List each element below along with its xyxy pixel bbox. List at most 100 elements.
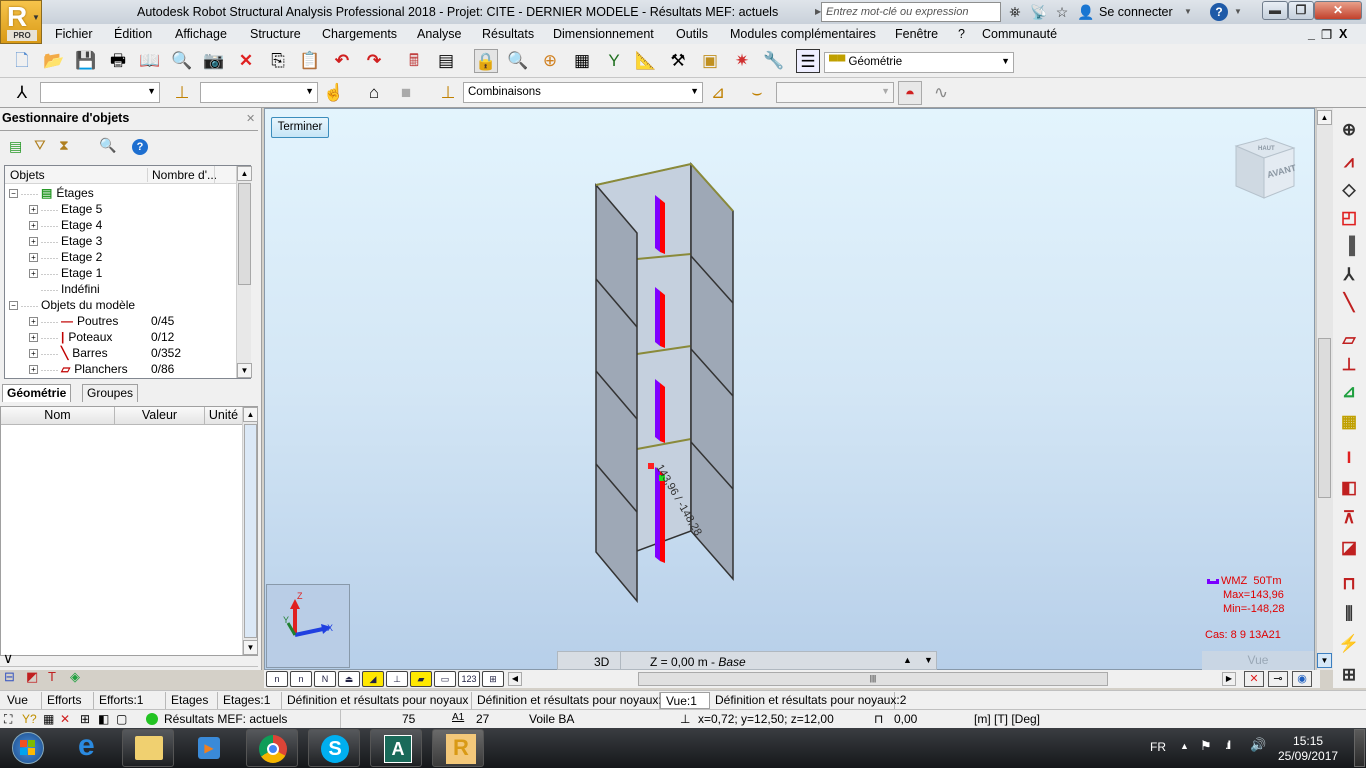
- application-menu-button[interactable]: R ▼ PRO: [0, 0, 42, 44]
- menu-analyse[interactable]: Analyse: [417, 27, 461, 41]
- menu-structure[interactable]: Structure: [250, 27, 301, 41]
- expand-icon[interactable]: +: [29, 237, 38, 247]
- node-selection-icon[interactable]: ⅄: [10, 81, 34, 105]
- measure-icon[interactable]: 📐: [634, 49, 658, 73]
- display-view-icon[interactable]: ◉: [1292, 671, 1312, 687]
- menu-dimensionnement[interactable]: Dimensionnement: [553, 27, 654, 41]
- redo-icon[interactable]: ↷: [362, 49, 386, 73]
- scroll-up-icon[interactable]: ▲: [1317, 110, 1332, 125]
- window-tab[interactable]: Etages:1: [218, 692, 282, 709]
- clear-filter-icon[interactable]: ⧗: [59, 137, 69, 154]
- search-icon[interactable]: 🔍: [99, 137, 116, 154]
- show-hidden-icons[interactable]: ▲: [1180, 741, 1189, 751]
- tree-item[interactable]: + ······ Etage 2: [9, 250, 102, 266]
- view-mode[interactable]: 3D: [594, 655, 609, 669]
- deformation-icon[interactable]: ∿: [929, 81, 953, 105]
- action-center-flag-icon[interactable]: ⚑: [1200, 738, 1212, 754]
- volume-icon[interactable]: 🔊: [1250, 737, 1266, 753]
- taskbar-autocad[interactable]: A: [370, 729, 422, 767]
- scroll-down-icon[interactable]: ▼: [1317, 653, 1332, 668]
- paste-icon[interactable]: 📋: [298, 49, 322, 73]
- expand-icon[interactable]: +: [29, 349, 38, 359]
- tab-geometrie[interactable]: Géométrie: [2, 384, 72, 402]
- sign-in-dropdown-icon[interactable]: ▼: [1184, 7, 1192, 16]
- section-tool-icon[interactable]: T: [48, 669, 56, 684]
- hide-diagrams-icon[interactable]: ✕: [1244, 671, 1264, 687]
- materials-icon[interactable]: ◧: [1337, 476, 1361, 500]
- section-icon[interactable]: I: [1337, 446, 1361, 470]
- expand-icon[interactable]: +: [29, 365, 38, 375]
- polygon-icon[interactable]: ◇: [1337, 178, 1361, 202]
- column-nom[interactable]: Nom: [1, 407, 115, 425]
- show-desktop-button[interactable]: [1354, 729, 1365, 767]
- object-tree[interactable]: Objets Nombre d'... − ······ ▤ Étages + ··…: [4, 165, 252, 379]
- taskbar-chrome[interactable]: [246, 729, 298, 767]
- finish-button[interactable]: Terminer: [271, 117, 329, 138]
- tree-item[interactable]: + ······ Etage 4: [9, 218, 102, 234]
- doc-close-icon[interactable]: X: [1339, 27, 1347, 41]
- menu-help[interactable]: ?: [958, 27, 965, 41]
- bar-selection-icon[interactable]: ⊥: [170, 81, 194, 105]
- delete-icon[interactable]: ✕: [234, 49, 258, 73]
- star-icon[interactable]: ☆: [1053, 3, 1071, 21]
- save-icon[interactable]: 💾: [74, 49, 98, 73]
- column-icon[interactable]: ▐: [1337, 234, 1361, 258]
- hide-releases-icon[interactable]: ✕: [60, 712, 70, 726]
- column-objects[interactable]: Objets: [10, 168, 45, 182]
- tree-item[interactable]: + ······ ▱ Planchers: [9, 362, 128, 378]
- stories-icon[interactable]: ▤: [9, 138, 22, 155]
- sign-in-button[interactable]: Se connecter: [1099, 5, 1173, 19]
- edit-tools-icon[interactable]: ⚒: [666, 49, 690, 73]
- mode-selection-icon[interactable]: ⌣: [745, 81, 769, 105]
- zoom-window-icon[interactable]: 🔍: [506, 49, 530, 73]
- lock-icon[interactable]: 🔒: [474, 49, 498, 73]
- close-button[interactable]: ✕: [1314, 1, 1362, 20]
- scroll-down-icon[interactable]: ▼: [243, 640, 258, 655]
- local-axes-icon[interactable]: ⊥: [386, 671, 408, 687]
- window-tab[interactable]: Vue:1: [660, 692, 710, 709]
- column-valeur[interactable]: Valeur: [115, 407, 205, 425]
- object-browser-icon[interactable]: ⊟: [4, 669, 15, 685]
- search-input[interactable]: Entrez mot-clé ou expression: [821, 2, 1001, 22]
- help-dropdown-icon[interactable]: ▼: [1234, 7, 1242, 16]
- display-section-icon[interactable]: ⊸: [1268, 671, 1288, 687]
- node-support-icon[interactable]: ◰: [1337, 206, 1361, 230]
- plate-icon[interactable]: ▱: [1337, 328, 1361, 352]
- expand-icon[interactable]: +: [29, 269, 38, 279]
- load-definition-icon[interactable]: ⚡: [1337, 632, 1361, 656]
- print-composer-icon[interactable]: 📖: [138, 49, 162, 73]
- calculator-icon[interactable]: 🖩: [402, 49, 426, 73]
- tree-item[interactable]: + ······ Etage 5: [9, 202, 102, 218]
- level-up-icon[interactable]: ▲: [903, 655, 912, 665]
- 3d-viewport[interactable]: 143,96 / -148,28 HAUT AVANT Z X Y: [264, 108, 1315, 670]
- doc-minimize-icon[interactable]: _: [1308, 27, 1315, 41]
- releases-icon[interactable]: ◪: [1337, 536, 1361, 560]
- expand-icon[interactable]: +: [29, 253, 38, 263]
- expand-icon[interactable]: +: [29, 221, 38, 231]
- panels-icon[interactable]: ◢: [362, 671, 384, 687]
- filter-icon[interactable]: ⛛: [34, 137, 46, 154]
- taskbar-media-player[interactable]: ▶: [184, 729, 236, 767]
- print-preview-icon[interactable]: 🔍: [170, 49, 194, 73]
- expand-icon[interactable]: +: [29, 205, 38, 215]
- zoom-pan-icon[interactable]: ⊕: [538, 49, 562, 73]
- tree-item[interactable]: + ······ ╲ Barres: [9, 346, 108, 362]
- start-button[interactable]: [4, 729, 50, 767]
- column-unite[interactable]: Unité: [205, 407, 243, 425]
- expand-icon[interactable]: +: [29, 333, 38, 343]
- diagram-display-icon[interactable]: ◓: [898, 81, 922, 105]
- expand-icon[interactable]: +: [29, 317, 38, 327]
- taskbar-skype[interactable]: S: [308, 729, 360, 767]
- load-case-selection-icon[interactable]: ⊥: [436, 81, 460, 105]
- tree-item[interactable]: ······ Indéfini: [9, 282, 100, 298]
- local-system-icon[interactable]: ⊿: [1337, 380, 1361, 404]
- scroll-right-icon[interactable]: ▶: [1222, 672, 1236, 686]
- supports-icon[interactable]: ⏏: [338, 671, 360, 687]
- structure-model-icon[interactable]: ⊞: [1337, 663, 1361, 687]
- tab-groupes[interactable]: Groupes: [82, 384, 139, 402]
- tree-item[interactable]: + ······ — Poutres: [9, 314, 118, 330]
- tree-item[interactable]: + ······ Etage 3: [9, 234, 102, 250]
- menu-affichage[interactable]: Affichage: [175, 27, 227, 41]
- tree-item[interactable]: − ······ Objets du modèle: [9, 298, 135, 314]
- scroll-up-icon[interactable]: ▲: [237, 166, 252, 181]
